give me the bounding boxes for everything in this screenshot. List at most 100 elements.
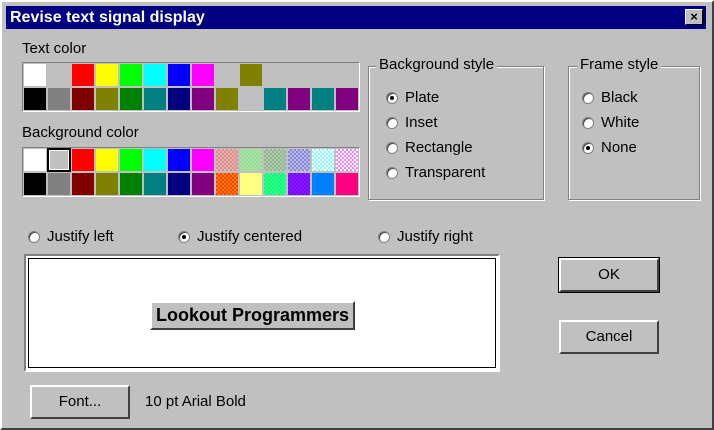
background-color-swatch[interactable] — [167, 148, 191, 172]
text-color-swatch[interactable] — [263, 63, 287, 87]
radio-button-icon[interactable] — [582, 141, 594, 154]
text-color-swatch[interactable] — [287, 63, 311, 87]
text-color-palette — [22, 62, 360, 112]
radio-button-icon[interactable] — [386, 91, 398, 104]
radio-button-icon[interactable] — [386, 166, 398, 179]
background-color-swatch[interactable] — [23, 172, 47, 196]
frame-style-radio-label: Black — [601, 89, 638, 106]
background-color-palette — [22, 147, 360, 197]
background-color-swatch[interactable] — [143, 148, 167, 172]
radio-button-icon[interactable] — [582, 116, 594, 129]
justify-radio-label: Justify left — [47, 228, 114, 245]
frame-style-radio[interactable]: White — [582, 114, 639, 131]
radio-button-icon[interactable] — [582, 91, 594, 104]
radio-button-icon[interactable] — [178, 230, 190, 243]
text-color-swatch[interactable] — [335, 87, 359, 111]
text-color-swatch[interactable] — [119, 87, 143, 111]
text-color-swatch[interactable] — [263, 87, 287, 111]
frame-style-radio-label: White — [601, 114, 640, 131]
background-style-radio[interactable]: Transparent — [386, 164, 485, 181]
close-icon[interactable]: × — [690, 9, 698, 24]
background-color-swatch[interactable] — [311, 148, 335, 172]
text-color-swatch[interactable] — [119, 63, 143, 87]
radio-button-icon[interactable] — [378, 230, 390, 243]
title-bar: Revise text signal display × — [6, 6, 706, 29]
background-color-swatch[interactable] — [239, 148, 263, 172]
font-description: 10 pt Arial Bold — [145, 393, 246, 410]
preview-frame: Lookout Programmers — [28, 258, 496, 368]
background-color-swatch[interactable] — [23, 148, 47, 172]
background-color-swatch[interactable] — [191, 148, 215, 172]
frame-style-group — [568, 66, 700, 200]
background-color-swatch[interactable] — [191, 172, 215, 196]
background-color-swatch[interactable] — [95, 172, 119, 196]
frame-style-radio-label: None — [601, 139, 637, 156]
background-color-swatch[interactable] — [215, 148, 239, 172]
text-color-swatch[interactable] — [215, 87, 239, 111]
background-style-title: Background style — [376, 56, 498, 73]
background-color-swatch[interactable] — [287, 148, 311, 172]
background-style-radio[interactable]: Plate — [386, 89, 439, 106]
text-color-swatch[interactable] — [167, 63, 191, 87]
text-color-swatch[interactable] — [239, 87, 263, 111]
text-color-swatch[interactable] — [311, 87, 335, 111]
text-color-swatch[interactable] — [215, 63, 239, 87]
text-color-swatch[interactable] — [239, 63, 263, 87]
cancel-button[interactable]: Cancel — [559, 320, 659, 354]
text-color-swatch[interactable] — [71, 63, 95, 87]
text-color-swatch[interactable] — [71, 87, 95, 111]
radio-button-icon[interactable] — [28, 230, 40, 243]
background-color-swatch[interactable] — [287, 172, 311, 196]
background-style-radio-label: Transparent — [405, 164, 486, 181]
text-color-swatch[interactable] — [167, 87, 191, 111]
text-color-label: Text color — [22, 40, 87, 57]
preview-signal-text: Lookout Programmers — [150, 301, 356, 330]
text-color-swatch[interactable] — [23, 87, 47, 111]
background-color-swatch[interactable] — [47, 172, 71, 196]
background-color-swatch[interactable] — [239, 172, 263, 196]
background-color-swatch[interactable] — [215, 172, 239, 196]
justify-radio[interactable]: Justify left — [28, 228, 114, 245]
frame-style-radio[interactable]: None — [582, 139, 637, 156]
radio-button-icon[interactable] — [386, 116, 398, 129]
background-style-radio[interactable]: Inset — [386, 114, 438, 131]
text-color-swatch[interactable] — [191, 63, 215, 87]
background-color-swatch[interactable] — [263, 172, 287, 196]
background-color-swatch[interactable] — [71, 148, 95, 172]
background-color-swatch[interactable] — [335, 172, 359, 196]
background-color-swatch[interactable] — [95, 148, 119, 172]
text-color-swatch[interactable] — [143, 87, 167, 111]
background-color-swatch[interactable] — [143, 172, 167, 196]
frame-style-title: Frame style — [577, 56, 662, 73]
justify-radio[interactable]: Justify centered — [178, 228, 302, 245]
text-color-swatch[interactable] — [311, 63, 335, 87]
text-color-swatch[interactable] — [95, 87, 119, 111]
background-style-radio[interactable]: Rectangle — [386, 139, 473, 156]
frame-style-radio[interactable]: Black — [582, 89, 638, 106]
dialog-title: Revise text signal display — [10, 9, 205, 26]
text-color-swatch[interactable] — [23, 63, 47, 87]
text-color-swatch[interactable] — [47, 87, 71, 111]
ok-button[interactable]: OK — [558, 257, 660, 293]
text-color-swatch[interactable] — [95, 63, 119, 87]
justify-radio[interactable]: Justify right — [378, 228, 473, 245]
background-color-swatch[interactable] — [263, 148, 287, 172]
background-color-swatch[interactable] — [119, 172, 143, 196]
background-color-swatch[interactable] — [47, 148, 71, 172]
background-style-radio-label: Rectangle — [405, 139, 473, 156]
text-color-swatch[interactable] — [287, 87, 311, 111]
background-color-swatch[interactable] — [167, 172, 191, 196]
radio-button-icon[interactable] — [386, 141, 398, 154]
justify-radio-label: Justify right — [397, 228, 473, 245]
preview-pane: Lookout Programmers — [24, 254, 500, 372]
background-color-swatch[interactable] — [119, 148, 143, 172]
background-color-swatch[interactable] — [311, 172, 335, 196]
text-color-swatch[interactable] — [191, 87, 215, 111]
text-color-swatch[interactable] — [143, 63, 167, 87]
text-color-swatch[interactable] — [335, 63, 359, 87]
background-color-swatch[interactable] — [335, 148, 359, 172]
background-color-swatch[interactable] — [71, 172, 95, 196]
font-button[interactable]: Font... — [30, 385, 130, 419]
text-color-swatch[interactable] — [47, 63, 71, 87]
close-button[interactable]: × — [685, 9, 703, 25]
